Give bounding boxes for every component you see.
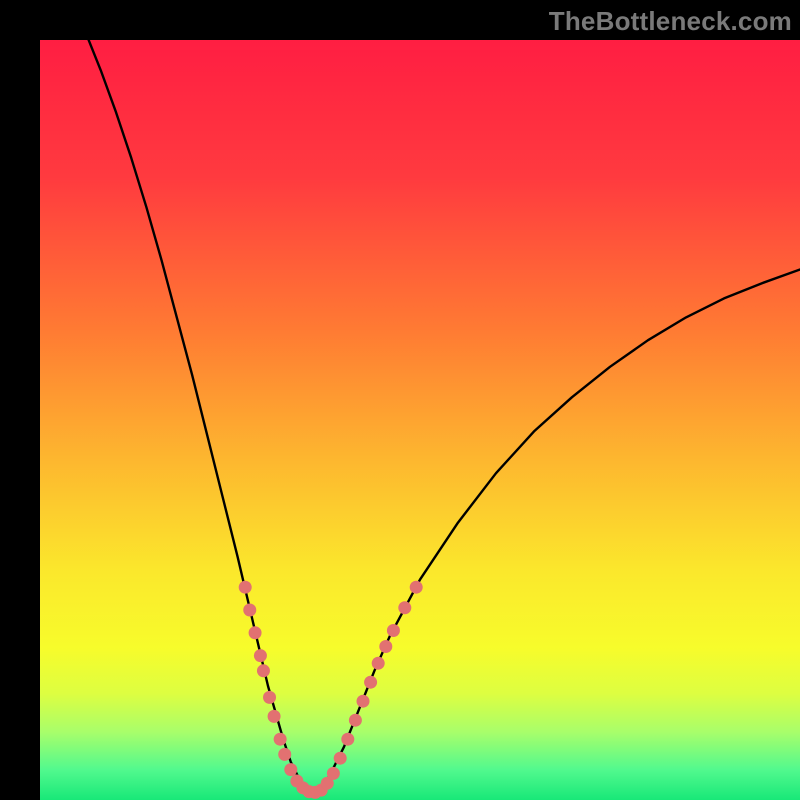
highlight-dot	[349, 714, 362, 727]
plot-area	[40, 40, 800, 800]
highlight-dot	[284, 763, 297, 776]
highlight-dot	[398, 601, 411, 614]
highlight-dot	[257, 664, 270, 677]
highlight-dot	[372, 657, 385, 670]
chart-frame: TheBottleneck.com	[0, 0, 800, 800]
highlight-dot	[410, 581, 423, 594]
bottleneck-curve	[86, 40, 800, 792]
highlight-dot	[278, 748, 291, 761]
highlight-dot	[364, 676, 377, 689]
highlight-dot	[334, 752, 347, 765]
highlight-dot	[387, 624, 400, 637]
watermark-text: TheBottleneck.com	[549, 6, 792, 37]
highlight-dot	[379, 640, 392, 653]
highlight-dot	[243, 604, 256, 617]
highlight-dot	[357, 695, 370, 708]
highlight-dot	[249, 626, 262, 639]
highlight-dot	[327, 767, 340, 780]
highlight-dot	[268, 710, 281, 723]
highlight-dot	[341, 733, 354, 746]
highlight-dot	[239, 581, 252, 594]
chart-svg	[40, 40, 800, 800]
highlight-dot	[263, 691, 276, 704]
highlight-dot	[254, 649, 267, 662]
highlight-dots	[239, 581, 423, 799]
highlight-dot	[274, 733, 287, 746]
